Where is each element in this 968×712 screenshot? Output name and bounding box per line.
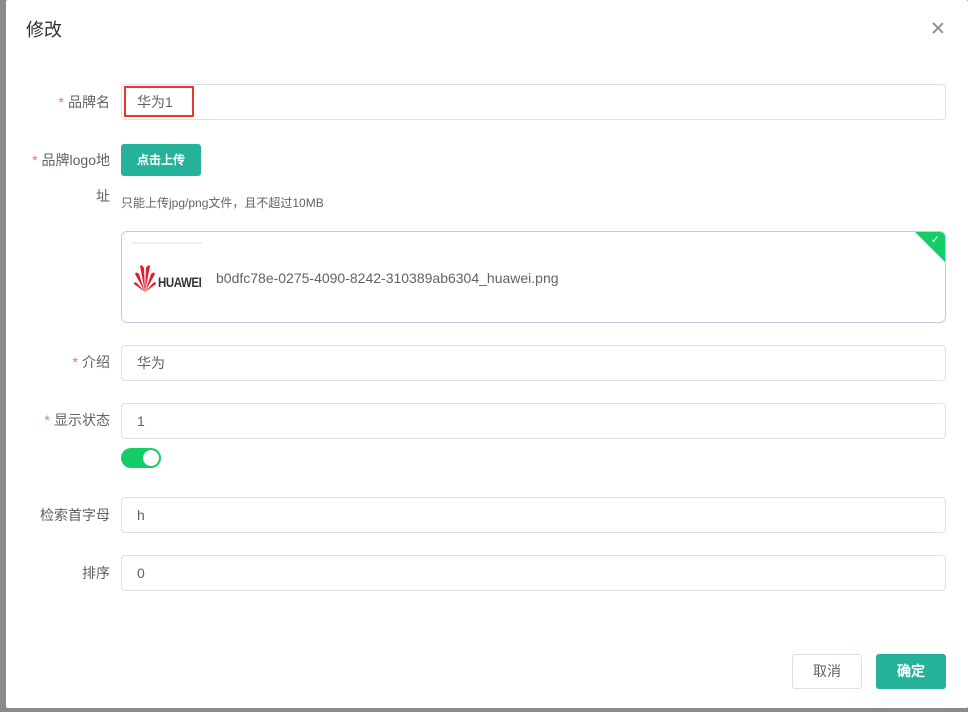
required-mark: * bbox=[32, 152, 38, 168]
huawei-logo-icon bbox=[134, 265, 156, 292]
first-letter-label: 检索首字母 bbox=[40, 507, 110, 523]
uploaded-file-card[interactable]: HUAWEI b0dfc78e-0275-4090-8242-310389ab6… bbox=[121, 231, 946, 323]
logo-label-line1: 品牌logo地 bbox=[41, 152, 110, 168]
logo-label: * 品牌logo地 bbox=[28, 150, 110, 170]
file-thumbnail: HUAWEI bbox=[132, 242, 202, 314]
logo-label-line2: 址 bbox=[96, 188, 110, 204]
brand-name-label-text: 品牌名 bbox=[68, 94, 110, 110]
confirm-button[interactable]: 确定 bbox=[876, 654, 946, 689]
close-icon[interactable] bbox=[930, 20, 946, 36]
first-letter-input[interactable]: h bbox=[121, 497, 946, 533]
intro-label-text: 介绍 bbox=[82, 354, 110, 370]
file-name[interactable]: b0dfc78e-0275-4090-8242-310389ab6304_hua… bbox=[216, 268, 559, 288]
edit-dialog: 修改 * 品牌名 华为1 * 品牌logo地 址 点击上传 只能上传jpg/png文… bbox=[6, 0, 968, 708]
show-status-label-text: 显示状态 bbox=[54, 412, 110, 428]
sort-label: 排序 bbox=[82, 565, 110, 581]
brand-name-label: * 品牌名 bbox=[56, 92, 110, 112]
upload-button[interactable]: 点击上传 bbox=[121, 144, 201, 176]
check-icon: ✓ bbox=[930, 234, 940, 246]
required-mark: * bbox=[72, 354, 78, 370]
required-mark: * bbox=[44, 412, 50, 428]
show-status-input[interactable]: 1 bbox=[121, 403, 946, 439]
intro-input[interactable]: 华为 bbox=[121, 345, 946, 381]
intro-label: * 介绍 bbox=[56, 352, 110, 372]
dialog-title: 修改 bbox=[26, 20, 62, 40]
required-mark: * bbox=[58, 94, 64, 110]
show-status-switch[interactable] bbox=[121, 448, 161, 468]
brand-name-input[interactable]: 华为1 bbox=[121, 84, 946, 120]
upload-tip: 只能上传jpg/png文件，且不超过10MB bbox=[121, 196, 324, 210]
sort-input[interactable]: 0 bbox=[121, 555, 946, 591]
show-status-label: * 显示状态 bbox=[28, 410, 110, 430]
switch-knob bbox=[143, 450, 159, 466]
cancel-button[interactable]: 取消 bbox=[792, 654, 862, 689]
thumbnail-brand-text: HUAWEI bbox=[158, 274, 202, 290]
